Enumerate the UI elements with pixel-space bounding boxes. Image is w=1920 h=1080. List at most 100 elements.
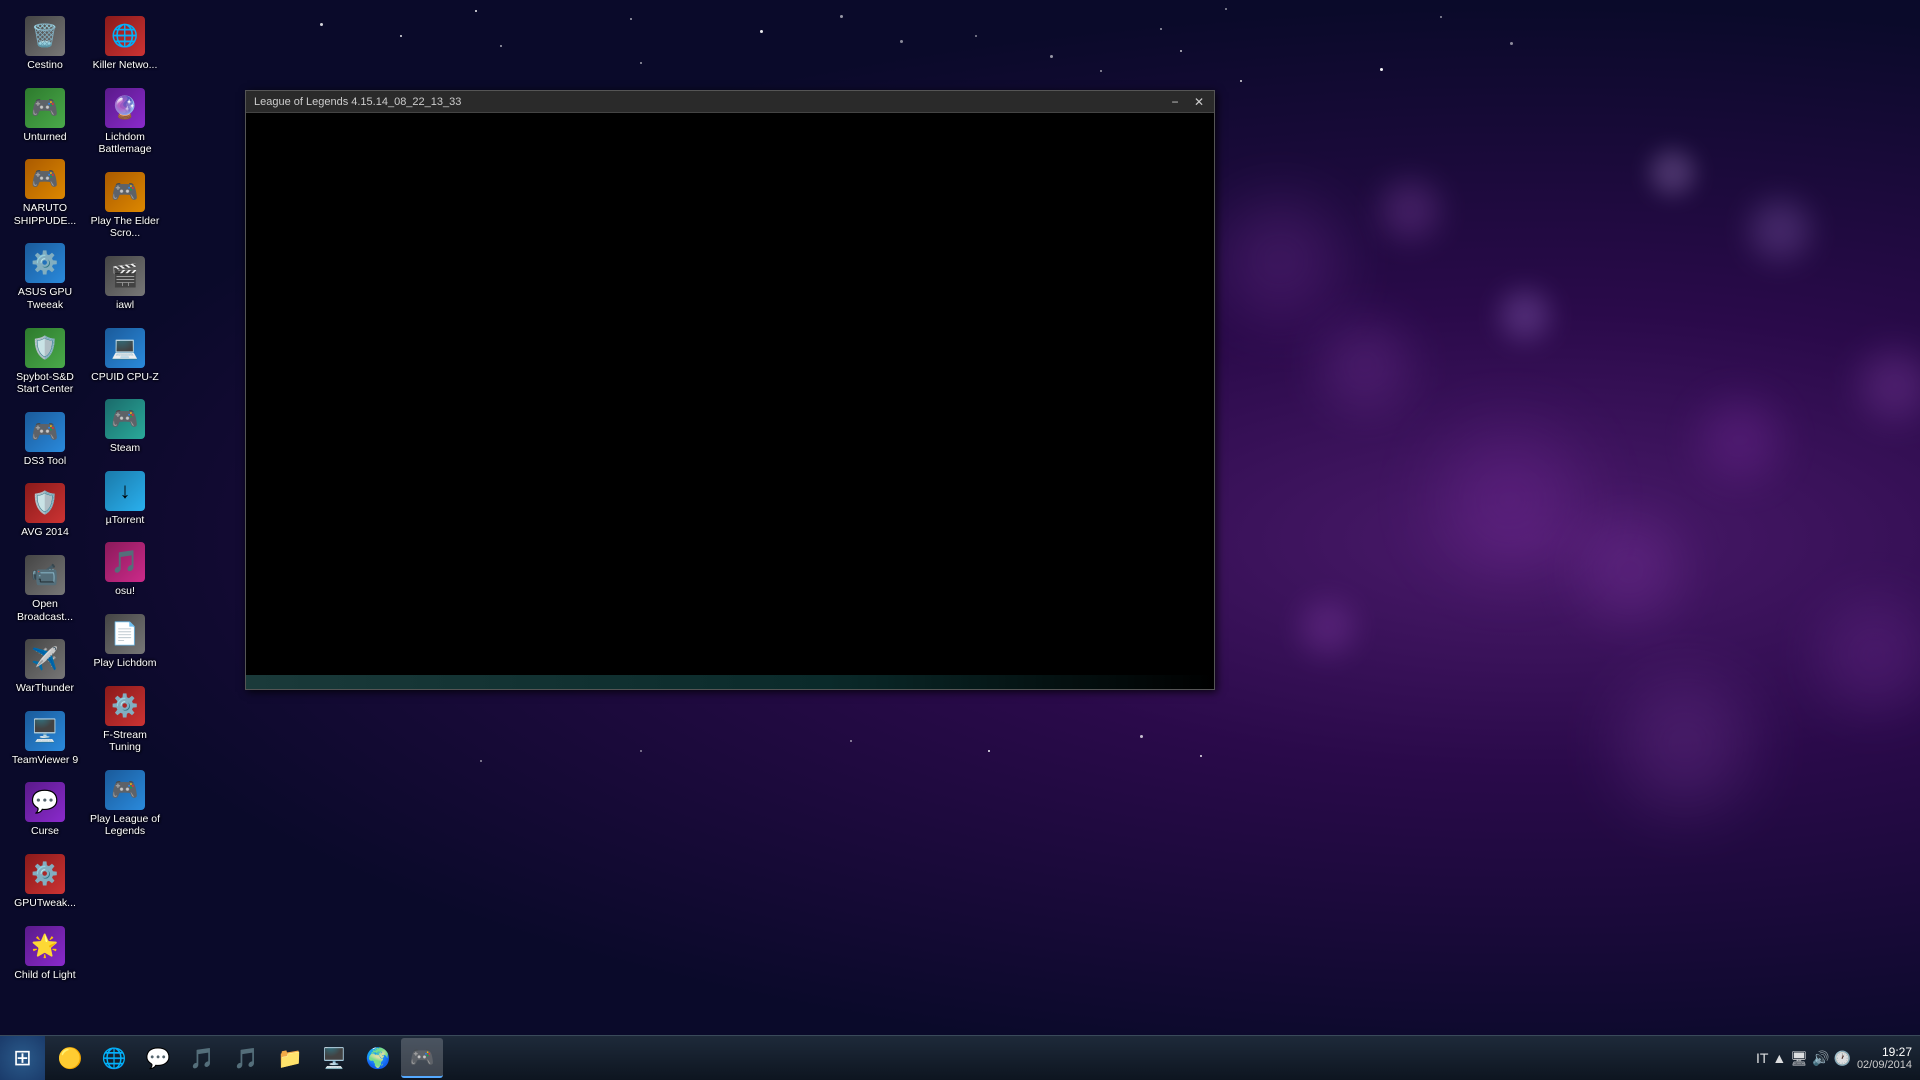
star-dot (1100, 70, 1102, 72)
desktop-icon-playlol[interactable]: 📄 Play Lichdom (85, 608, 165, 676)
close-button[interactable]: ✕ (1188, 93, 1210, 111)
tray-speaker-icon[interactable]: 🔊 (1812, 1050, 1829, 1067)
star-dot (630, 18, 632, 20)
icon-label-avg2014: AVG 2014 (21, 526, 69, 539)
app-window: League of Legends 4.15.14_08_22_13_33 − … (245, 90, 1215, 690)
desktop-icon-obs[interactable]: 📹 Open Broadcast... (5, 549, 85, 629)
desktop-icon-gputweak[interactable]: ⚙️GPUTweak... (5, 848, 85, 916)
taskbar-item-tb-lol-shortcut[interactable]: 🟡 (49, 1038, 91, 1078)
taskbar-item-tb-lol-active[interactable]: 🎮 (401, 1038, 443, 1078)
tray-expand-arrow[interactable]: ▲ (1772, 1050, 1786, 1066)
star-dot (975, 35, 977, 37)
icon-label-naruto: NARUTO SHIPPUDE... (9, 202, 81, 227)
icon-label-fstream: F-Stream Tuning (89, 729, 161, 754)
system-tray: IT ▲ 🖥 🔊 🕐 (1756, 1050, 1851, 1067)
taskbar-item-tb-chrome[interactable]: 🌐 (93, 1038, 135, 1078)
star-dot (1180, 50, 1182, 52)
taskbar-item-tb-folder[interactable]: 📁 (269, 1038, 311, 1078)
desktop-icon-curse[interactable]: 💬Curse (5, 776, 85, 844)
icon-image-elderscrolls: 🎮 (105, 172, 145, 212)
icon-label-obs: Open Broadcast... (9, 598, 81, 623)
desktop-icon-teamviewer[interactable]: 🖥️TeamViewer 9 (5, 705, 85, 773)
desktop-icon-asus-gpu[interactable]: ⚙️ASUS GPU Tweeak (5, 237, 85, 317)
bokeh-orb (1620, 680, 1750, 810)
icon-image-iawl: 🎬 (105, 256, 145, 296)
star-dot (760, 30, 763, 33)
taskbar-right: IT ▲ 🖥 🔊 🕐 19:27 02/09/2014 (1748, 1045, 1920, 1071)
star-dot (1240, 80, 1242, 82)
icon-image-obs: 📹 (25, 555, 65, 595)
desktop-icon-elderscrolls[interactable]: 🎮 Play The Elder Scro... (85, 166, 165, 246)
window-content (246, 113, 1214, 675)
star-dot (1440, 16, 1442, 18)
desktop-icon-cpuid[interactable]: 💻CPUID CPU-Z (85, 322, 165, 390)
desktop-icon-osu[interactable]: 🎵osu! (85, 536, 165, 604)
tray-network-icon[interactable]: 🖥 (1790, 1050, 1808, 1067)
icon-label-unturned: Unturned (23, 131, 66, 144)
clock-date: 02/09/2014 (1857, 1059, 1912, 1071)
desktop-icon-iawl[interactable]: 🎬iawl (85, 250, 165, 318)
icon-label-playlol: Play Lichdom (93, 657, 156, 670)
start-button[interactable]: ⊞ (0, 1036, 45, 1080)
icon-label-playleague: Play League of Legends (89, 813, 161, 838)
desktop-icon-lichdom[interactable]: 🔮Lichdom Battlemage (85, 82, 165, 162)
desktop-icon-unturned[interactable]: 🎮Unturned (5, 82, 85, 150)
icon-label-killer: Killer Netwo... (93, 59, 158, 72)
icon-label-cpuid: CPUID CPU-Z (91, 371, 159, 384)
icon-image-spybot: 🛡️ (25, 328, 65, 368)
taskbar-item-tb-skype[interactable]: 💬 (137, 1038, 179, 1078)
desktop-icon-naruto[interactable]: 🎮NARUTO SHIPPUDE... (5, 153, 85, 233)
desktop-icon-avg2014[interactable]: 🛡️AVG 2014 (5, 477, 85, 545)
bokeh-orb (1750, 200, 1810, 260)
icon-label-lichdom: Lichdom Battlemage (89, 131, 161, 156)
bokeh-orb (1380, 180, 1440, 240)
icon-label-elderscrolls: Play The Elder Scro... (89, 215, 161, 240)
start-icon: ⊞ (13, 1045, 31, 1071)
star-dot (1225, 8, 1227, 10)
icon-image-childlight: 🌟 (25, 926, 65, 966)
desktop-icon-playleague[interactable]: 🎮Play League of Legends (85, 764, 165, 844)
star-dot (1140, 735, 1143, 738)
bokeh-orb (1220, 200, 1340, 320)
bokeh-orb (1300, 600, 1355, 655)
star-dot (640, 62, 642, 64)
taskbar-item-tb-spotify[interactable]: 🎵 (225, 1038, 267, 1078)
desktop-icon-utorrent[interactable]: ↓µTorrent (85, 465, 165, 533)
desktop-icon-childlight[interactable]: 🌟 Child of Light (5, 920, 85, 988)
tray-clock-icon[interactable]: 🕐 (1834, 1050, 1851, 1067)
icon-label-cestino: Cestino (27, 59, 63, 72)
desktop-icon-spybot[interactable]: 🛡️ Spybot-S&D Start Center (5, 322, 85, 402)
desktop-icon-warthunder[interactable]: ✈️WarThunder (5, 633, 85, 701)
star-dot (988, 750, 990, 752)
desktop: 🗑️Cestino🎮Unturned🎮NARUTO SHIPPUDE...⚙️A… (0, 0, 1920, 1080)
bokeh-orb (1500, 290, 1550, 340)
star-dot (320, 23, 323, 26)
taskbar-item-tb-browser2[interactable]: 🌍 (357, 1038, 399, 1078)
keyboard-layout[interactable]: IT (1756, 1050, 1768, 1066)
desktop-icon-steam[interactable]: 🎮Steam (85, 393, 165, 461)
bokeh-orb (1580, 520, 1680, 620)
minimize-button[interactable]: − (1164, 93, 1186, 111)
taskbar-item-tb-media[interactable]: 🎵 (181, 1038, 223, 1078)
icon-image-playlol: 📄 (105, 614, 145, 654)
icon-label-gputweak: GPUTweak... (14, 897, 76, 910)
clock[interactable]: 19:27 02/09/2014 (1857, 1045, 1912, 1071)
icon-label-steam: Steam (110, 442, 140, 455)
icon-label-childlight: Child of Light (14, 969, 75, 982)
icon-label-spybot: Spybot-S&D Start Center (9, 371, 81, 396)
icon-image-killer: 🌐 (105, 16, 145, 56)
desktop-icon-fstream[interactable]: ⚙️F-Stream Tuning (85, 680, 165, 760)
star-dot (480, 760, 482, 762)
star-dot (1050, 55, 1053, 58)
desktop-icon-ds3tool[interactable]: 🎮DS3 Tool (5, 406, 85, 474)
taskbar-item-tb-remote[interactable]: 🖥️ (313, 1038, 355, 1078)
desktop-icon-killer[interactable]: 🌐 Killer Netwo... (85, 10, 165, 78)
bokeh-orb (1320, 320, 1410, 410)
taskbar: ⊞ 🟡🌐💬🎵🎵📁🖥️🌍🎮 IT ▲ 🖥 🔊 🕐 19:27 02/09/2014 (0, 1035, 1920, 1080)
desktop-icon-cestino[interactable]: 🗑️ Cestino (5, 10, 85, 78)
window-titlebar: League of Legends 4.15.14_08_22_13_33 − … (246, 91, 1214, 113)
icon-label-osu: osu! (115, 585, 135, 598)
icon-image-teamviewer: 🖥️ (25, 711, 65, 751)
icon-image-cestino: 🗑️ (25, 16, 65, 56)
window-controls: − ✕ (1164, 93, 1210, 111)
